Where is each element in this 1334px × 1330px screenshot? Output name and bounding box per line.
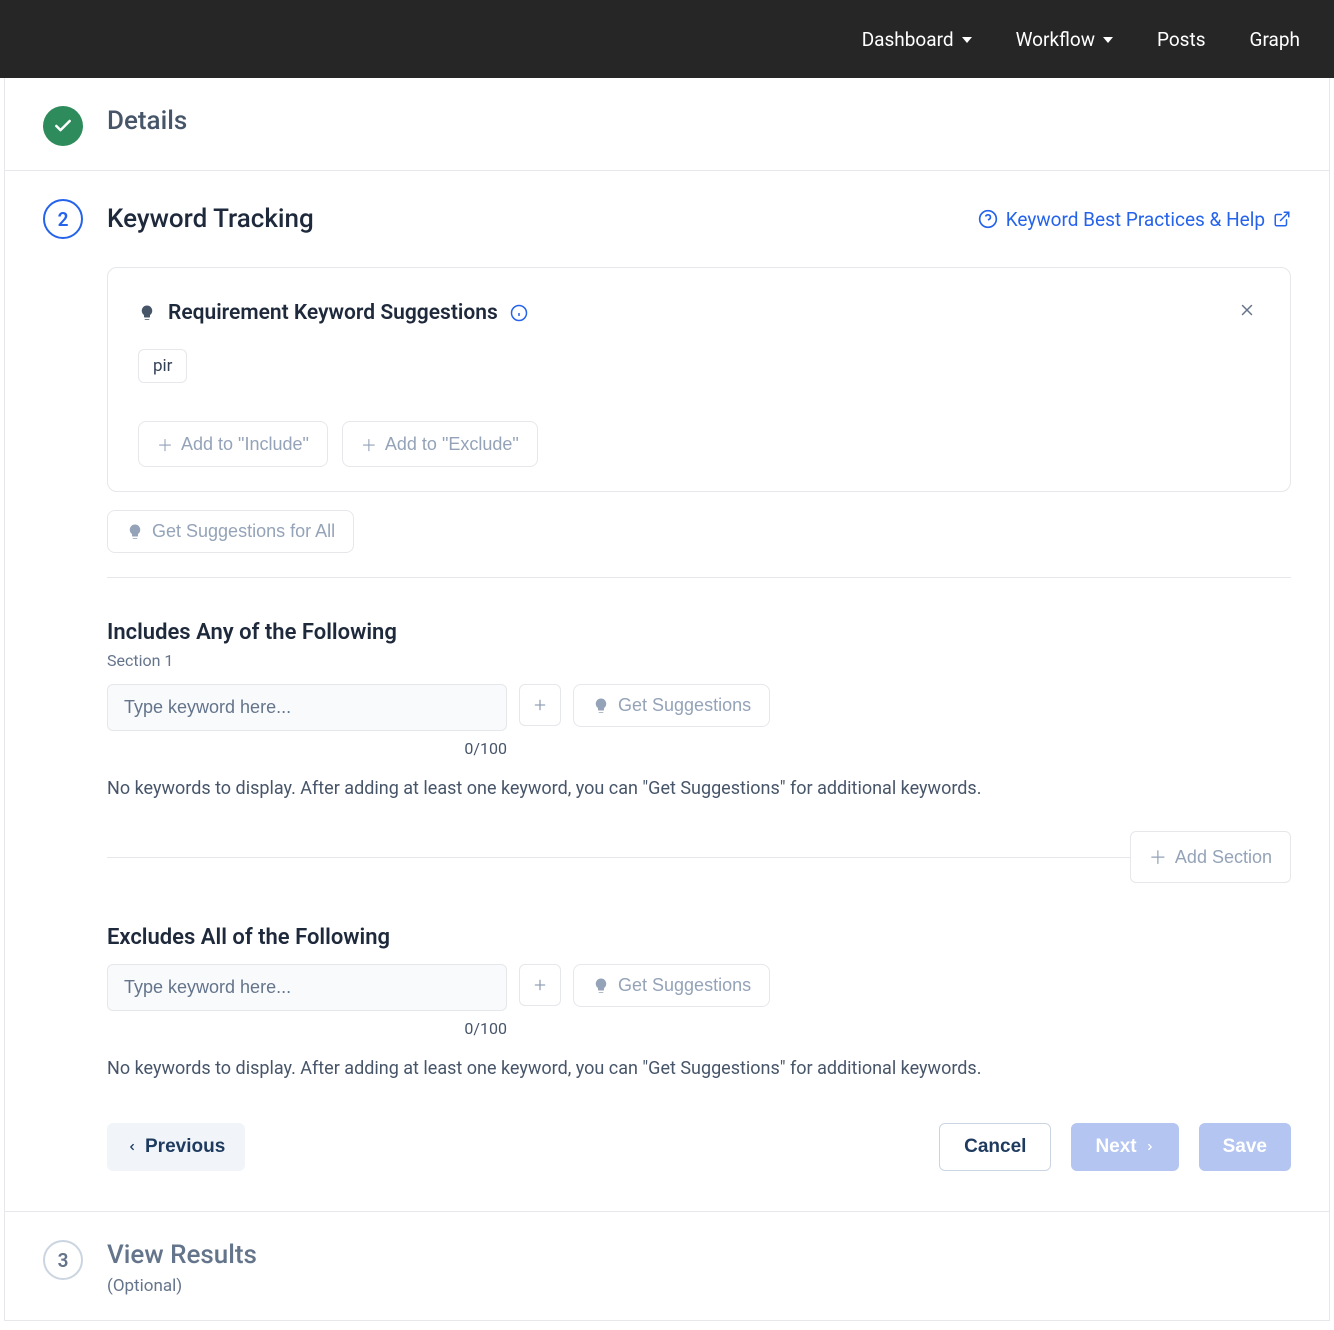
lightbulb-icon	[138, 304, 156, 322]
close-icon[interactable]	[1234, 296, 1260, 329]
includes-heading: Includes Any of the Following	[107, 620, 1291, 645]
excludes-get-suggestions-label: Get Suggestions	[618, 975, 751, 996]
includes-get-suggestions-label: Get Suggestions	[618, 695, 751, 716]
includes-empty-text: No keywords to display. After adding at …	[107, 778, 1291, 799]
next-label: Next	[1095, 1136, 1136, 1158]
step-results-row: 3 View Results (Optional)	[5, 1212, 1329, 1320]
nav-posts-label: Posts	[1157, 28, 1206, 51]
excludes-block: Excludes All of the Following 0/100 Get …	[107, 925, 1291, 1079]
nav-dashboard[interactable]: Dashboard	[862, 28, 972, 51]
top-nav: Dashboard Workflow Posts Graph	[0, 0, 1334, 78]
suggestion-tags: pir	[138, 349, 1260, 383]
step-number-2-label: 2	[58, 208, 69, 231]
includes-input-row: 0/100 Get Suggestions	[107, 684, 1291, 758]
includes-add-button[interactable]	[519, 684, 561, 726]
step-details-title: Details	[107, 106, 187, 136]
save-button[interactable]: Save	[1199, 1123, 1291, 1171]
step-keyword-head: 2 Keyword Tracking Keyword Best Practice…	[43, 199, 1291, 239]
step-results-title: View Results	[107, 1240, 257, 1270]
step-results-sub: (Optional)	[107, 1276, 257, 1296]
chevron-down-icon	[1103, 37, 1113, 43]
plus-icon	[532, 697, 548, 713]
add-to-exclude-button[interactable]: ＋ Add to "Exclude"	[342, 421, 538, 467]
lightbulb-icon	[126, 523, 144, 541]
divider	[107, 577, 1291, 578]
footer-right: Cancel Next Save	[939, 1123, 1291, 1171]
nav-posts[interactable]: Posts	[1157, 28, 1206, 51]
help-link[interactable]: Keyword Best Practices & Help	[978, 208, 1291, 231]
step-keyword-row: 2 Keyword Tracking Keyword Best Practice…	[5, 171, 1329, 1212]
includes-section-label: Section 1	[107, 651, 1291, 670]
info-icon	[510, 304, 528, 322]
chevron-right-icon	[1145, 1140, 1155, 1154]
plus-icon: ＋	[1149, 844, 1167, 870]
step-check-icon	[43, 106, 83, 146]
excludes-get-suggestions-button[interactable]: Get Suggestions	[573, 964, 770, 1007]
cancel-button[interactable]: Cancel	[939, 1123, 1051, 1171]
chevron-down-icon	[962, 37, 972, 43]
add-to-exclude-label: Add to "Exclude"	[385, 434, 519, 455]
includes-counter: 0/100	[107, 739, 507, 758]
step-number-2: 2	[43, 199, 83, 239]
footer-buttons: Previous Cancel Next Save	[107, 1123, 1291, 1171]
divider	[107, 857, 1130, 858]
lightbulb-icon	[592, 697, 610, 715]
suggestions-card-title: Requirement Keyword Suggestions	[138, 301, 528, 325]
lightbulb-icon	[592, 977, 610, 995]
get-suggestions-all-button[interactable]: Get Suggestions for All	[107, 510, 354, 553]
includes-block: Includes Any of the Following Section 1 …	[107, 620, 1291, 883]
previous-button[interactable]: Previous	[107, 1123, 245, 1171]
get-suggestions-all-label: Get Suggestions for All	[152, 521, 335, 542]
add-section-button[interactable]: ＋ Add Section	[1130, 831, 1291, 883]
keyword-content: Requirement Keyword Suggestions pir ＋ Ad…	[43, 267, 1291, 1171]
suggestions-title-label: Requirement Keyword Suggestions	[168, 301, 498, 325]
excludes-heading: Excludes All of the Following	[107, 925, 1291, 950]
step-keyword-title: Keyword Tracking	[107, 204, 314, 234]
previous-label: Previous	[145, 1136, 225, 1158]
add-to-include-label: Add to "Include"	[181, 434, 309, 455]
excludes-keyword-input[interactable]	[107, 964, 507, 1011]
suggestion-tag-pir[interactable]: pir	[138, 349, 187, 383]
nav-dashboard-label: Dashboard	[862, 28, 954, 51]
external-link-icon	[1273, 210, 1291, 228]
page-body: Details 2 Keyword Tracking Keyword Best …	[4, 78, 1330, 1321]
chevron-left-icon	[127, 1140, 137, 1154]
includes-get-suggestions-button[interactable]: Get Suggestions	[573, 684, 770, 727]
step-details-row: Details	[5, 78, 1329, 171]
suggestions-card-head: Requirement Keyword Suggestions	[138, 296, 1260, 329]
plus-icon	[532, 977, 548, 993]
save-label: Save	[1223, 1136, 1267, 1157]
add-to-include-button[interactable]: ＋ Add to "Include"	[138, 421, 328, 467]
help-link-label: Keyword Best Practices & Help	[1006, 208, 1265, 231]
includes-keyword-input[interactable]	[107, 684, 507, 731]
suggestion-actions: ＋ Add to "Include" ＋ Add to "Exclude"	[138, 421, 1260, 467]
next-button[interactable]: Next	[1071, 1123, 1178, 1171]
question-icon	[978, 209, 998, 229]
excludes-input-row: 0/100 Get Suggestions	[107, 964, 1291, 1038]
plus-icon: ＋	[157, 432, 173, 456]
nav-graph[interactable]: Graph	[1250, 28, 1300, 51]
nav-workflow[interactable]: Workflow	[1016, 28, 1113, 51]
step-number-3-label: 3	[58, 1249, 69, 1272]
step-number-3: 3	[43, 1240, 83, 1280]
excludes-empty-text: No keywords to display. After adding at …	[107, 1058, 1291, 1079]
excludes-add-button[interactable]	[519, 964, 561, 1006]
nav-graph-label: Graph	[1250, 28, 1300, 51]
cancel-label: Cancel	[964, 1136, 1026, 1157]
plus-icon: ＋	[361, 432, 377, 456]
nav-workflow-label: Workflow	[1016, 28, 1095, 51]
add-section-row: ＋ Add Section	[107, 831, 1291, 883]
excludes-counter: 0/100	[107, 1019, 507, 1038]
suggestions-card: Requirement Keyword Suggestions pir ＋ Ad…	[107, 267, 1291, 492]
add-section-label: Add Section	[1175, 847, 1272, 868]
